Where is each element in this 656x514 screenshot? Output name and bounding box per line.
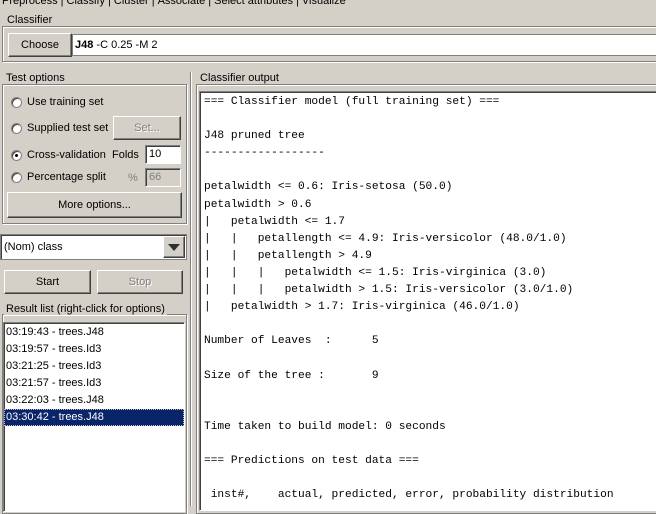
folds-input[interactable]: 10 <box>145 145 181 164</box>
output-line: | petalwidth <= 1.7 <box>204 215 345 228</box>
tab-strip: Preprocess | Classify | Cluster | Associate | Se… <box>0 0 348 8</box>
result-list-item[interactable]: 03:30:42 - trees.J48 <box>4 409 184 426</box>
output-line: Size of the tree : 9 <box>204 369 379 382</box>
tab-cluster[interactable]: Cluster <box>112 0 151 8</box>
output-line: Number of Leaves : 5 <box>204 335 379 348</box>
classifier-spec-field[interactable]: J48 -C 0.25 -M 2 <box>72 34 656 56</box>
classifier-group-label: Classifier <box>5 14 55 26</box>
use-training-set-radio[interactable] <box>11 96 22 108</box>
result-list-item[interactable]: 03:19:43 - trees.J48 <box>4 324 184 341</box>
output-line: inst#, actual, predicted, error, probabi… <box>204 489 614 502</box>
pane-divider[interactable] <box>190 72 192 506</box>
output-line: Time taken to build model: 0 seconds <box>204 420 446 433</box>
output-line: petalwidth <= 0.6: Iris-setosa (50.0) <box>204 181 453 194</box>
output-line: | | petallength > 4.9 <box>204 249 372 262</box>
result-list-item[interactable]: 03:22:03 - trees.J48 <box>4 392 184 409</box>
supplied-test-set-label: Supplied test set <box>27 122 109 134</box>
supplied-test-set-option[interactable]: Supplied test set <box>11 121 108 135</box>
more-options-button[interactable]: More options... <box>7 192 182 218</box>
output-line: J48 pruned tree <box>204 130 305 143</box>
classifier-output-text[interactable]: === Classifier model (full training set)… <box>199 91 656 511</box>
output-line: === Predictions on test data === <box>204 454 419 467</box>
folds-label: Folds <box>112 149 139 161</box>
class-select-dropdown-button[interactable] <box>163 236 185 258</box>
start-button[interactable]: Start <box>4 270 91 294</box>
output-line: petalwidth > 0.6 <box>204 198 312 211</box>
result-list-item[interactable]: 03:21:25 - trees.Id3 <box>4 358 184 375</box>
percentage-split-label: Percentage split <box>27 171 106 183</box>
use-training-set-label: Use training set <box>27 96 104 108</box>
result-list-group-label: Result list (right-click for options) <box>4 303 167 315</box>
percent-input[interactable]: 66 <box>145 168 181 187</box>
output-line: === Classifier model (full training set)… <box>204 96 500 108</box>
set-button[interactable]: Set... <box>113 116 181 140</box>
percentage-split-option[interactable]: Percentage split <box>11 170 106 184</box>
output-line: | petalwidth > 1.7: Iris-virginica (46.0… <box>204 301 520 314</box>
test-options-group-label: Test options <box>4 72 67 84</box>
cross-validation-radio[interactable] <box>11 149 22 161</box>
tab-associate[interactable]: Associate <box>156 0 208 8</box>
class-select-value: (Nom) class <box>4 241 63 253</box>
supplied-test-set-radio[interactable] <box>11 122 22 134</box>
output-line: | | | petalwidth <= 1.5: Iris-virginica … <box>204 266 547 279</box>
classifier-output-group-label: Classifier output <box>198 72 281 84</box>
tab-select-attributes[interactable]: Select attributes <box>212 0 295 8</box>
result-list-item[interactable]: 03:21:57 - trees.Id3 <box>4 375 184 392</box>
cross-validation-label: Cross-validation <box>27 149 106 161</box>
output-line: | | | petalwidth > 1.5: Iris-versicolor … <box>204 284 574 297</box>
cross-validation-option[interactable]: Cross-validation <box>11 148 106 162</box>
use-training-set-option[interactable]: Use training set <box>11 95 103 109</box>
percentage-split-radio[interactable] <box>11 171 22 183</box>
classifier-name: J48 <box>75 39 94 51</box>
result-list[interactable]: 03:19:43 - trees.J48 03:19:57 - trees.Id3… <box>3 322 185 512</box>
output-line: ------------------ <box>204 147 325 160</box>
result-list-item[interactable]: 03:19:57 - trees.Id3 <box>4 341 184 358</box>
tab-visualize[interactable]: Visualize <box>300 0 348 8</box>
tab-classify[interactable]: Classify <box>64 0 108 8</box>
stop-button[interactable]: Stop <box>97 270 183 294</box>
percent-sign: % <box>128 172 138 184</box>
choose-button[interactable]: Choose <box>8 33 72 57</box>
output-line: | | petallength <= 4.9: Iris-versicolor … <box>204 232 567 245</box>
classifier-options: -C 0.25 -M 2 <box>93 39 158 51</box>
tab-preprocess[interactable]: Preprocess <box>0 0 60 8</box>
class-select[interactable]: (Nom) class <box>0 234 187 260</box>
